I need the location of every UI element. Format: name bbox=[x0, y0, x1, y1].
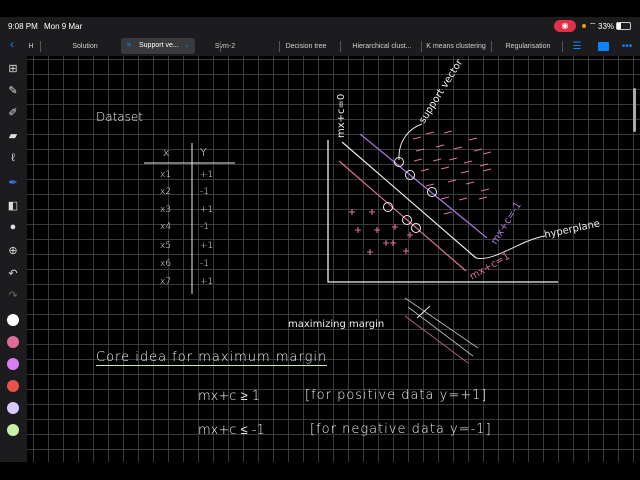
positive-point bbox=[383, 240, 389, 246]
negative-point bbox=[435, 144, 445, 148]
positive-point bbox=[407, 232, 413, 238]
negative-point bbox=[458, 197, 468, 201]
positive-point bbox=[349, 209, 355, 215]
negative-point bbox=[412, 136, 422, 140]
positive-point bbox=[403, 248, 409, 254]
label-hyperplane-eq: mx+c=0 bbox=[336, 94, 347, 138]
negative-point bbox=[447, 179, 457, 183]
negative-point bbox=[425, 131, 435, 135]
label-negative-margin: mx+c=-1 bbox=[489, 200, 524, 246]
negative-point bbox=[440, 166, 450, 170]
negative-point bbox=[473, 148, 483, 152]
positive-point bbox=[355, 227, 361, 233]
negative-point bbox=[415, 148, 425, 152]
margin-sketch bbox=[404, 297, 479, 364]
label-hyperplane: hyperplane bbox=[543, 218, 601, 241]
negative-point bbox=[478, 196, 488, 200]
label-positive-margin: mx+c=1 bbox=[468, 251, 512, 283]
negative-point bbox=[413, 158, 423, 162]
negative-point bbox=[468, 137, 478, 141]
hyperplane-pointer bbox=[475, 235, 546, 259]
negative-point bbox=[463, 160, 473, 164]
positive-point bbox=[390, 240, 396, 246]
support-vector-pointer bbox=[398, 123, 423, 161]
negative-point bbox=[482, 151, 492, 155]
label-support-vector: support vector bbox=[417, 57, 466, 126]
positive-point bbox=[369, 209, 375, 215]
positive-point bbox=[392, 224, 398, 230]
negative-point bbox=[479, 163, 489, 167]
positive-margin-line bbox=[338, 160, 467, 272]
negative-point bbox=[420, 168, 430, 172]
support-vector-circle bbox=[427, 187, 437, 197]
negative-point bbox=[448, 157, 458, 161]
positive-point bbox=[367, 249, 373, 255]
positive-point bbox=[374, 227, 380, 233]
negative-point bbox=[443, 211, 453, 215]
svm-diagram: mx+c=0 support vector mx+c=-1 mx+c=1 hyp… bbox=[144, 57, 601, 364]
hyperplane-line bbox=[341, 141, 477, 259]
negative-point bbox=[425, 183, 435, 187]
negative-point bbox=[453, 146, 463, 150]
negative-point bbox=[443, 130, 453, 134]
negative-point bbox=[482, 168, 492, 172]
negative-point bbox=[460, 170, 470, 174]
negative-point bbox=[480, 188, 490, 192]
negative-point bbox=[432, 158, 442, 162]
axes bbox=[327, 140, 558, 283]
label-maximizing-margin: maximizing margin bbox=[288, 319, 384, 330]
negative-point bbox=[440, 196, 450, 200]
negative-point bbox=[465, 181, 475, 185]
